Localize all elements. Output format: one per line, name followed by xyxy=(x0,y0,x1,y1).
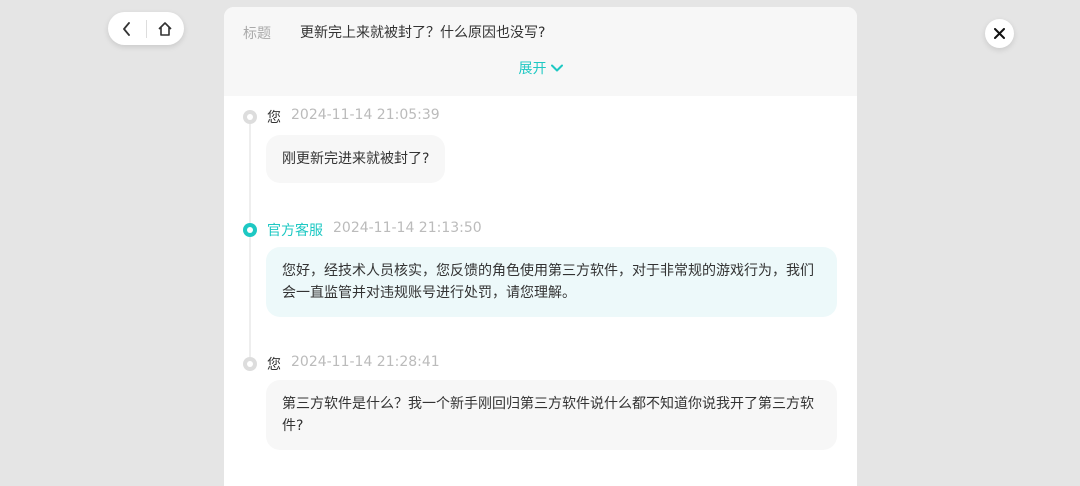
timeline-dot xyxy=(243,110,257,124)
home-button[interactable] xyxy=(147,12,185,45)
message-time: 2024-11-14 21:28:41 xyxy=(291,354,440,370)
message-time: 2024-11-14 21:05:39 xyxy=(291,107,440,123)
back-button[interactable] xyxy=(108,12,146,45)
message-bubble: 第三方软件是什么？我一个新手刚回归第三方软件说什么都不知道你说我开了第三方软件? xyxy=(266,380,837,450)
close-button[interactable] xyxy=(985,19,1014,48)
message-author: 您 xyxy=(267,110,281,126)
ticket-header: 标题 更新完上来就被封了？什么原因也没写? 展开 xyxy=(224,7,857,96)
expand-button[interactable]: 展开 xyxy=(224,58,857,78)
message-time: 2024-11-14 21:13:50 xyxy=(333,220,482,236)
message-meta: 您 2024-11-14 21:05:39 xyxy=(267,107,440,127)
title-label: 标题 xyxy=(243,26,271,42)
timeline-line xyxy=(249,117,251,367)
message-author: 您 xyxy=(267,357,281,373)
message-bubble: 您好，经技术人员核实，您反馈的角色使用第三方软件，对于非常规的游戏行为，我们会一… xyxy=(266,247,837,317)
chevron-left-icon xyxy=(122,21,130,36)
chevron-down-icon xyxy=(550,64,563,72)
message-author: 官方客服 xyxy=(267,223,323,239)
message-bubble: 刚更新完进来就被封了? xyxy=(266,135,446,183)
timeline-dot xyxy=(243,223,257,237)
message-meta: 您 2024-11-14 21:28:41 xyxy=(267,354,440,374)
home-icon xyxy=(158,21,172,36)
nav-capsule xyxy=(108,12,184,45)
timeline-dot xyxy=(243,357,257,371)
expand-label: 展开 xyxy=(518,61,547,77)
feedback-panel: 标题 更新完上来就被封了？什么原因也没写? 展开 您 2024-11-14 21… xyxy=(224,7,857,486)
ticket-title: 更新完上来就被封了？什么原因也没写? xyxy=(300,25,546,41)
close-icon xyxy=(994,28,1005,39)
message-meta: 官方客服 2024-11-14 21:13:50 xyxy=(267,220,482,240)
